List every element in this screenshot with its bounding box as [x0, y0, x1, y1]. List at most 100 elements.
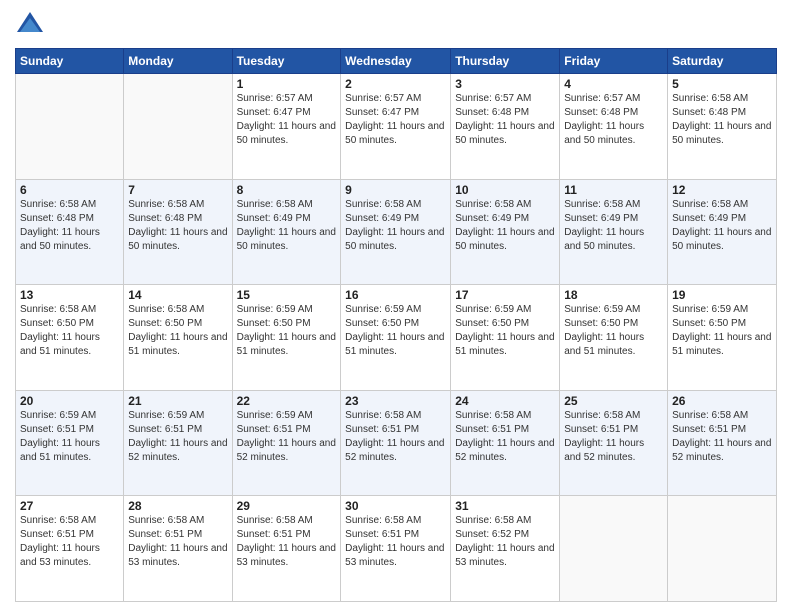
day-number: 12: [672, 183, 772, 197]
day-info: Sunrise: 6:58 AM Sunset: 6:49 PM Dayligh…: [672, 198, 772, 254]
week-row-0: 1Sunrise: 6:57 AM Sunset: 6:47 PM Daylig…: [16, 74, 777, 180]
day-info: Sunrise: 6:58 AM Sunset: 6:51 PM Dayligh…: [455, 409, 555, 465]
page: SundayMondayTuesdayWednesdayThursdayFrid…: [0, 0, 792, 612]
day-number: 19: [672, 288, 772, 302]
calendar-cell: [560, 496, 668, 602]
day-number: 20: [20, 394, 119, 408]
day-number: 30: [345, 499, 446, 513]
day-number: 28: [128, 499, 227, 513]
day-info: Sunrise: 6:58 AM Sunset: 6:51 PM Dayligh…: [20, 514, 119, 570]
calendar-cell: 24Sunrise: 6:58 AM Sunset: 6:51 PM Dayli…: [451, 390, 560, 496]
calendar-cell: 28Sunrise: 6:58 AM Sunset: 6:51 PM Dayli…: [124, 496, 232, 602]
calendar-cell: 20Sunrise: 6:59 AM Sunset: 6:51 PM Dayli…: [16, 390, 124, 496]
weekday-header-tuesday: Tuesday: [232, 49, 341, 74]
week-row-1: 6Sunrise: 6:58 AM Sunset: 6:48 PM Daylig…: [16, 179, 777, 285]
day-number: 8: [237, 183, 337, 197]
day-number: 9: [345, 183, 446, 197]
calendar-cell: 7Sunrise: 6:58 AM Sunset: 6:48 PM Daylig…: [124, 179, 232, 285]
day-info: Sunrise: 6:58 AM Sunset: 6:52 PM Dayligh…: [455, 514, 555, 570]
calendar-cell: 3Sunrise: 6:57 AM Sunset: 6:48 PM Daylig…: [451, 74, 560, 180]
day-number: 2: [345, 77, 446, 91]
day-info: Sunrise: 6:59 AM Sunset: 6:51 PM Dayligh…: [128, 409, 227, 465]
day-info: Sunrise: 6:58 AM Sunset: 6:51 PM Dayligh…: [128, 514, 227, 570]
weekday-row: SundayMondayTuesdayWednesdayThursdayFrid…: [16, 49, 777, 74]
day-info: Sunrise: 6:58 AM Sunset: 6:49 PM Dayligh…: [564, 198, 663, 254]
calendar-cell: 4Sunrise: 6:57 AM Sunset: 6:48 PM Daylig…: [560, 74, 668, 180]
calendar-cell: 1Sunrise: 6:57 AM Sunset: 6:47 PM Daylig…: [232, 74, 341, 180]
day-number: 21: [128, 394, 227, 408]
weekday-header-monday: Monday: [124, 49, 232, 74]
week-row-2: 13Sunrise: 6:58 AM Sunset: 6:50 PM Dayli…: [16, 285, 777, 391]
calendar-cell: 18Sunrise: 6:59 AM Sunset: 6:50 PM Dayli…: [560, 285, 668, 391]
weekday-header-friday: Friday: [560, 49, 668, 74]
day-info: Sunrise: 6:57 AM Sunset: 6:48 PM Dayligh…: [564, 92, 663, 148]
day-number: 31: [455, 499, 555, 513]
weekday-header-wednesday: Wednesday: [341, 49, 451, 74]
day-number: 13: [20, 288, 119, 302]
calendar-cell: 8Sunrise: 6:58 AM Sunset: 6:49 PM Daylig…: [232, 179, 341, 285]
calendar-cell: 25Sunrise: 6:58 AM Sunset: 6:51 PM Dayli…: [560, 390, 668, 496]
calendar-cell: 12Sunrise: 6:58 AM Sunset: 6:49 PM Dayli…: [668, 179, 777, 285]
day-number: 6: [20, 183, 119, 197]
day-number: 24: [455, 394, 555, 408]
calendar-table: SundayMondayTuesdayWednesdayThursdayFrid…: [15, 48, 777, 602]
day-info: Sunrise: 6:59 AM Sunset: 6:50 PM Dayligh…: [672, 303, 772, 359]
logo: [15, 10, 50, 40]
day-info: Sunrise: 6:59 AM Sunset: 6:51 PM Dayligh…: [20, 409, 119, 465]
day-number: 14: [128, 288, 227, 302]
day-info: Sunrise: 6:58 AM Sunset: 6:50 PM Dayligh…: [20, 303, 119, 359]
calendar-cell: 6Sunrise: 6:58 AM Sunset: 6:48 PM Daylig…: [16, 179, 124, 285]
calendar-cell: 17Sunrise: 6:59 AM Sunset: 6:50 PM Dayli…: [451, 285, 560, 391]
day-number: 26: [672, 394, 772, 408]
calendar-cell: 29Sunrise: 6:58 AM Sunset: 6:51 PM Dayli…: [232, 496, 341, 602]
calendar-cell: 9Sunrise: 6:58 AM Sunset: 6:49 PM Daylig…: [341, 179, 451, 285]
day-number: 7: [128, 183, 227, 197]
day-info: Sunrise: 6:59 AM Sunset: 6:51 PM Dayligh…: [237, 409, 337, 465]
day-info: Sunrise: 6:59 AM Sunset: 6:50 PM Dayligh…: [455, 303, 555, 359]
calendar-cell: 31Sunrise: 6:58 AM Sunset: 6:52 PM Dayli…: [451, 496, 560, 602]
calendar-header: SundayMondayTuesdayWednesdayThursdayFrid…: [16, 49, 777, 74]
header: [15, 10, 777, 40]
day-number: 27: [20, 499, 119, 513]
day-number: 16: [345, 288, 446, 302]
calendar-cell: 15Sunrise: 6:59 AM Sunset: 6:50 PM Dayli…: [232, 285, 341, 391]
day-info: Sunrise: 6:58 AM Sunset: 6:51 PM Dayligh…: [345, 514, 446, 570]
calendar-cell: 23Sunrise: 6:58 AM Sunset: 6:51 PM Dayli…: [341, 390, 451, 496]
calendar-cell: 11Sunrise: 6:58 AM Sunset: 6:49 PM Dayli…: [560, 179, 668, 285]
day-info: Sunrise: 6:58 AM Sunset: 6:49 PM Dayligh…: [345, 198, 446, 254]
week-row-3: 20Sunrise: 6:59 AM Sunset: 6:51 PM Dayli…: [16, 390, 777, 496]
day-number: 10: [455, 183, 555, 197]
calendar-cell: 21Sunrise: 6:59 AM Sunset: 6:51 PM Dayli…: [124, 390, 232, 496]
day-number: 11: [564, 183, 663, 197]
day-info: Sunrise: 6:58 AM Sunset: 6:51 PM Dayligh…: [345, 409, 446, 465]
calendar-cell: 10Sunrise: 6:58 AM Sunset: 6:49 PM Dayli…: [451, 179, 560, 285]
calendar-cell: 5Sunrise: 6:58 AM Sunset: 6:48 PM Daylig…: [668, 74, 777, 180]
day-number: 5: [672, 77, 772, 91]
weekday-header-saturday: Saturday: [668, 49, 777, 74]
day-info: Sunrise: 6:58 AM Sunset: 6:50 PM Dayligh…: [128, 303, 227, 359]
day-info: Sunrise: 6:58 AM Sunset: 6:48 PM Dayligh…: [672, 92, 772, 148]
calendar-cell: 2Sunrise: 6:57 AM Sunset: 6:47 PM Daylig…: [341, 74, 451, 180]
calendar-cell: 16Sunrise: 6:59 AM Sunset: 6:50 PM Dayli…: [341, 285, 451, 391]
logo-icon: [15, 10, 45, 40]
day-number: 25: [564, 394, 663, 408]
calendar-cell: [124, 74, 232, 180]
day-number: 15: [237, 288, 337, 302]
day-info: Sunrise: 6:58 AM Sunset: 6:48 PM Dayligh…: [20, 198, 119, 254]
calendar-cell: [16, 74, 124, 180]
day-info: Sunrise: 6:58 AM Sunset: 6:49 PM Dayligh…: [455, 198, 555, 254]
day-info: Sunrise: 6:57 AM Sunset: 6:47 PM Dayligh…: [345, 92, 446, 148]
day-info: Sunrise: 6:59 AM Sunset: 6:50 PM Dayligh…: [564, 303, 663, 359]
calendar-cell: 22Sunrise: 6:59 AM Sunset: 6:51 PM Dayli…: [232, 390, 341, 496]
day-number: 17: [455, 288, 555, 302]
day-number: 23: [345, 394, 446, 408]
calendar-cell: 13Sunrise: 6:58 AM Sunset: 6:50 PM Dayli…: [16, 285, 124, 391]
day-info: Sunrise: 6:57 AM Sunset: 6:48 PM Dayligh…: [455, 92, 555, 148]
calendar-cell: 14Sunrise: 6:58 AM Sunset: 6:50 PM Dayli…: [124, 285, 232, 391]
day-info: Sunrise: 6:58 AM Sunset: 6:48 PM Dayligh…: [128, 198, 227, 254]
calendar-cell: 27Sunrise: 6:58 AM Sunset: 6:51 PM Dayli…: [16, 496, 124, 602]
week-row-4: 27Sunrise: 6:58 AM Sunset: 6:51 PM Dayli…: [16, 496, 777, 602]
day-info: Sunrise: 6:58 AM Sunset: 6:51 PM Dayligh…: [237, 514, 337, 570]
day-info: Sunrise: 6:59 AM Sunset: 6:50 PM Dayligh…: [345, 303, 446, 359]
weekday-header-thursday: Thursday: [451, 49, 560, 74]
